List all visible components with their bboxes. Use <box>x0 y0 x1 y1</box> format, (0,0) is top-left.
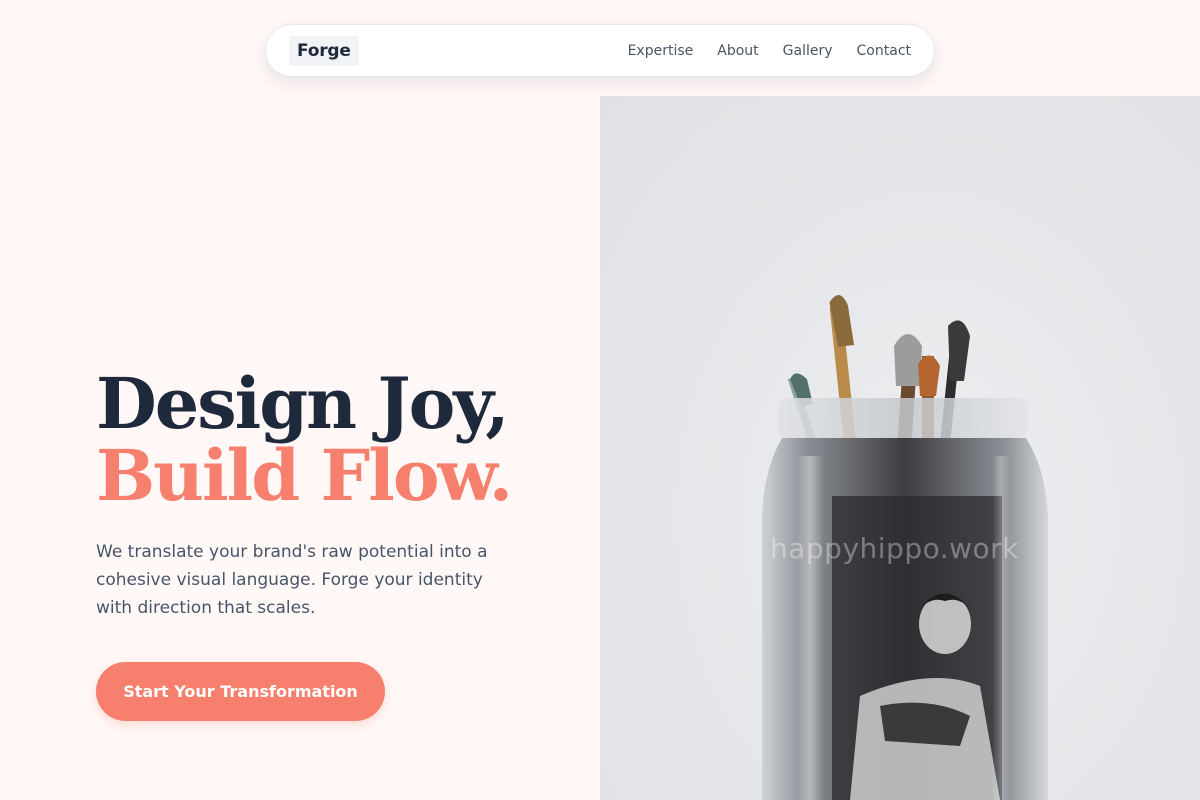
nav-links: Expertise About Gallery Contact <box>628 43 911 59</box>
nav-link-gallery[interactable]: Gallery <box>783 43 833 59</box>
top-navbar: Forge Expertise About Gallery Contact <box>265 24 935 77</box>
paintbrush-jar-photo <box>761 295 1049 800</box>
hero-text-block: Design Joy, Build Flow. We translate you… <box>96 368 566 622</box>
nav-link-expertise[interactable]: Expertise <box>628 43 694 59</box>
nav-link-contact[interactable]: Contact <box>857 43 911 59</box>
hero-headline: Design Joy, Build Flow. <box>96 368 566 512</box>
glass-jar <box>761 398 1049 800</box>
start-transformation-button[interactable]: Start Your Transformation <box>96 662 385 721</box>
hero-headline-line1: Design Joy, <box>96 362 510 445</box>
hero-headline-line2: Build Flow. <box>96 434 513 517</box>
hero-image: happyhippo.work <box>600 96 1200 800</box>
brand-logo[interactable]: Forge <box>289 35 359 66</box>
hero-subtext: We translate your brand's raw potential … <box>96 542 488 618</box>
nav-link-about[interactable]: About <box>717 43 758 59</box>
image-watermark: happyhippo.work <box>770 532 1019 565</box>
